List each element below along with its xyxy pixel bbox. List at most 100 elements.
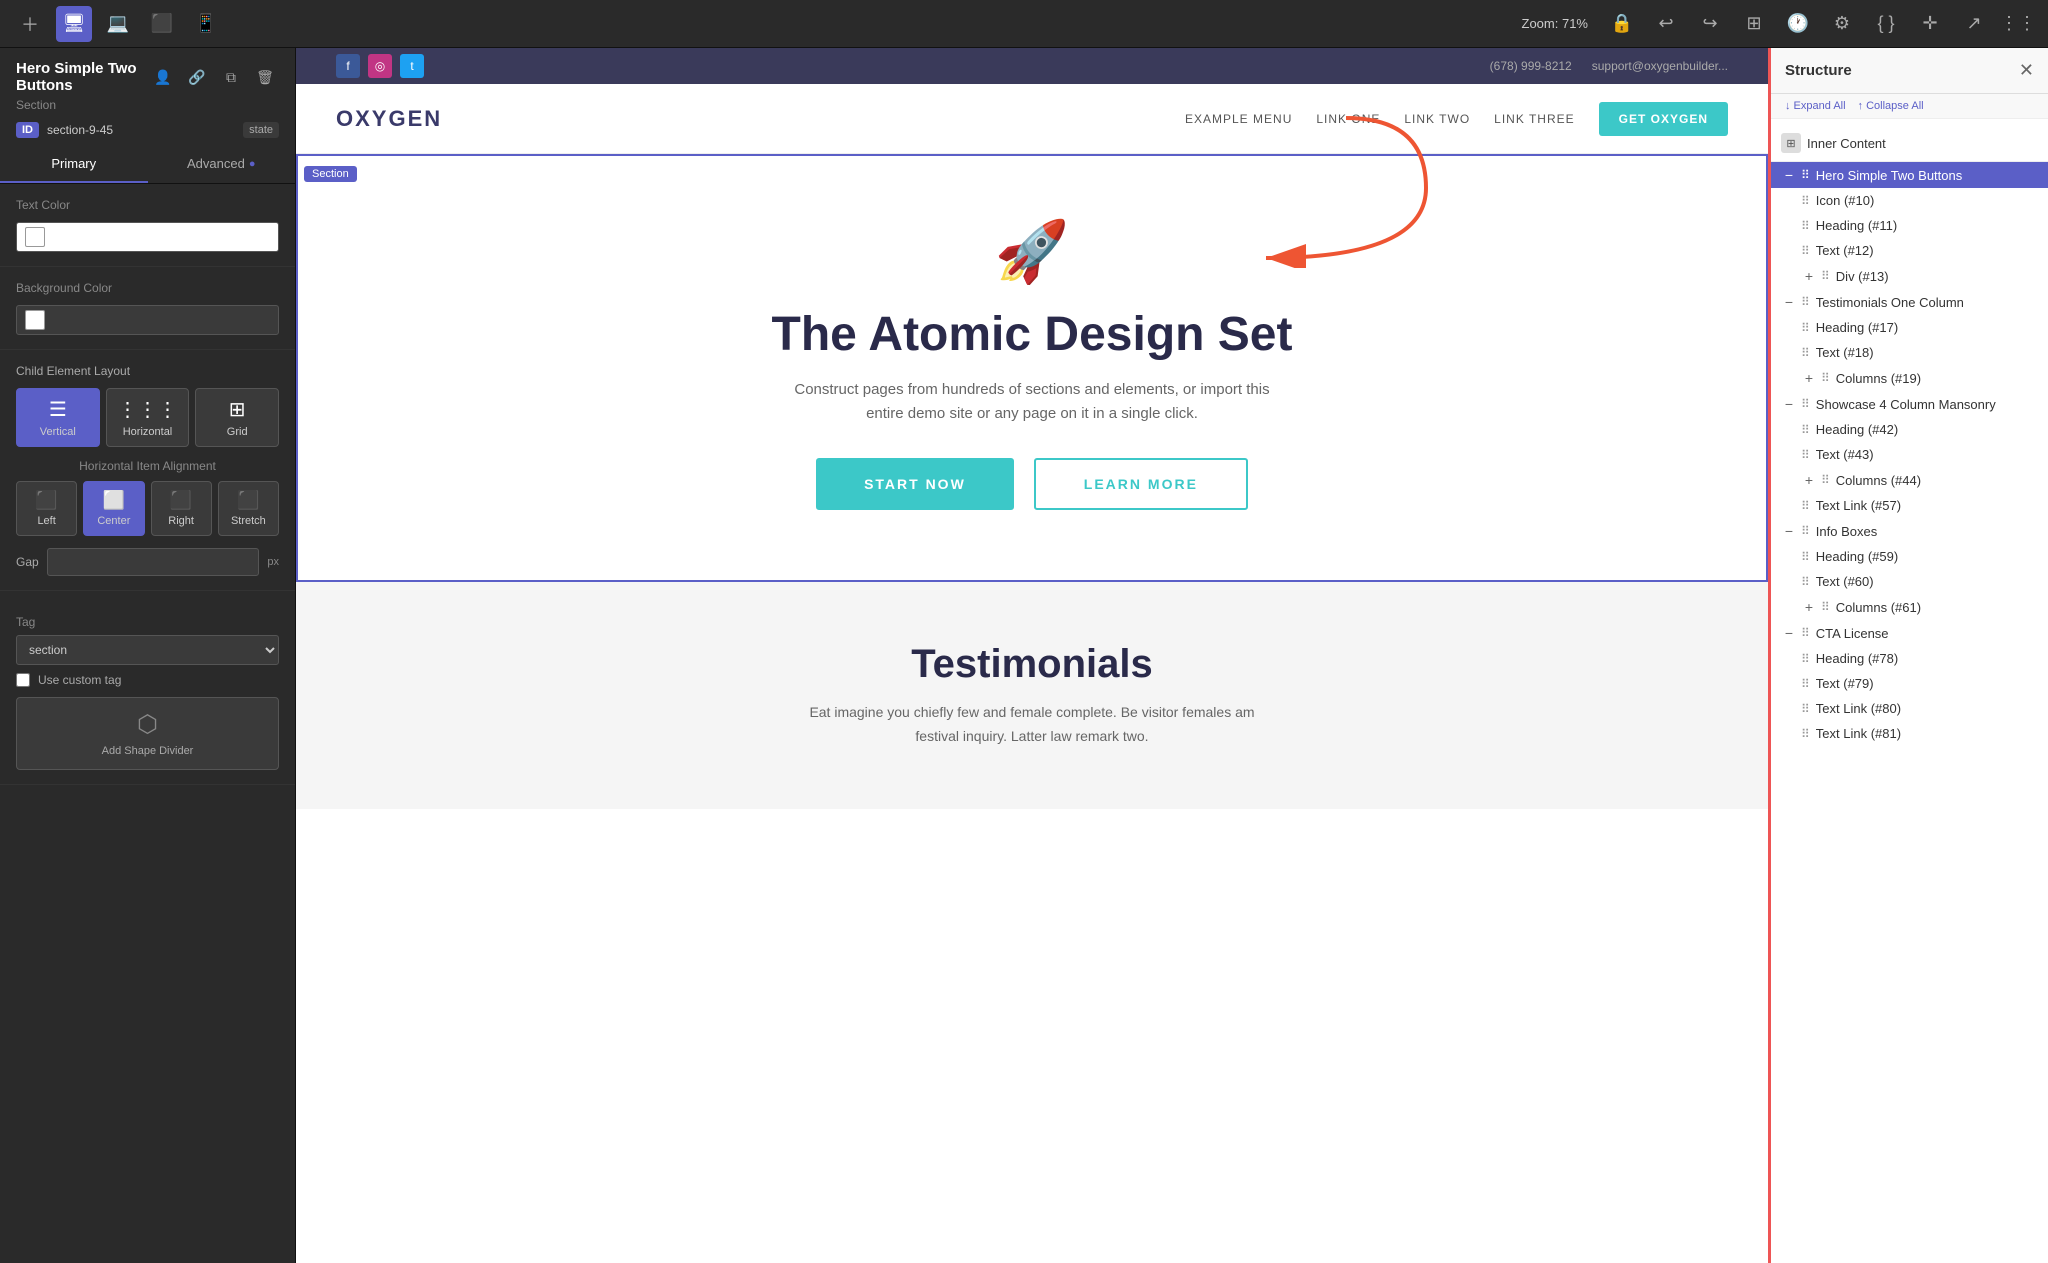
tree-item-infoboxes[interactable]: − ⠿ Info Boxes [1771,518,2048,544]
tree-item-columns61[interactable]: + ⠿ Columns (#61) [1771,594,2048,620]
align-right-icon: ⬛ [170,490,192,511]
text-color-swatch[interactable] [16,222,279,252]
layout-horizontal[interactable]: ⋮⋮⋮ Horizontal [106,388,190,447]
code-icon[interactable]: { } [1868,6,1904,42]
canvas-area[interactable]: Section f ◎ t [296,48,1768,1263]
tree-item-textlink57[interactable]: ⠿ Text Link (#57) [1771,493,2048,518]
tree-item-text43[interactable]: ⠿ Text (#43) [1771,442,2048,467]
structure-title: Structure [1785,62,1852,79]
expand-all-button[interactable]: ↓ Expand All [1785,100,1846,112]
twitter-icon[interactable]: t [400,54,424,78]
tree-item-heading17[interactable]: ⠿ Heading (#17) [1771,315,2048,340]
grid-icon[interactable]: ⋮⋮ [2000,6,2036,42]
gap-input[interactable] [47,548,260,576]
delete-icon[interactable]: 🗑 [251,63,279,91]
settings-icon[interactable]: ⚙ [1824,6,1860,42]
history-icon[interactable]: 🕐 [1780,6,1816,42]
tree-item-textlink81[interactable]: ⠿ Text Link (#81) [1771,721,2048,746]
layout-grid[interactable]: ⊞ Grid [195,388,279,447]
toggle-infoboxes[interactable]: − [1781,523,1797,539]
tree-item-heading59[interactable]: ⠿ Heading (#59) [1771,544,2048,569]
toggle-columns19[interactable]: + [1801,370,1817,386]
tree-item-text18[interactable]: ⠿ Text (#18) [1771,340,2048,365]
panel-header: Hero Simple Two Buttons 👤 🔗 ⧉ 🗑 Section … [0,48,295,146]
tree-item-text60[interactable]: ⠿ Text (#60) [1771,569,2048,594]
tree-item-showcase[interactable]: − ⠿ Showcase 4 Column Mansonry [1771,391,2048,417]
nav-example-menu[interactable]: EXAMPLE MENU [1185,112,1292,126]
custom-tag-label: Use custom tag [38,673,121,687]
nav-cta-button[interactable]: GET OXYGEN [1599,102,1728,136]
tree-label-heading59: Heading (#59) [1816,549,2038,564]
add-button[interactable]: ＋ [12,6,48,42]
desktop-view-button[interactable]: 🖥 [56,6,92,42]
tree-label-heading17: Heading (#17) [1816,320,2038,335]
tree-item-hero[interactable]: − ⠿ Hero Simple Two Buttons [1771,162,2048,188]
align-center[interactable]: ⬜ Center [83,481,144,536]
layout-vertical[interactable]: ☰ Vertical [16,388,100,447]
tree-item-heading42[interactable]: ⠿ Heading (#42) [1771,417,2048,442]
tag-label: Tag [16,615,279,629]
user-icon[interactable]: 👤 [149,63,177,91]
nav-link-three[interactable]: LINK THREE [1494,112,1574,126]
tree-item-heading11[interactable]: ⠿ Heading (#11) [1771,213,2048,238]
tag-select[interactable]: section [16,635,279,665]
align-left[interactable]: ⬛ Left [16,481,77,536]
tablet-view-button[interactable]: ⬛ [144,6,180,42]
nav-link-one[interactable]: LINK ONE [1316,112,1380,126]
tree-item-testimonials[interactable]: − ⠿ Testimonials One Column [1771,289,2048,315]
layout-icon[interactable]: ⊞ [1736,6,1772,42]
toggle-hero[interactable]: − [1781,167,1797,183]
toggle-testimonials[interactable]: − [1781,294,1797,310]
hero-buttons: START NOW LEARN MORE [338,458,1726,510]
structure-close-button[interactable]: ✕ [2019,60,2034,81]
shape-divider-button[interactable]: ⬡ Add Shape Divider [16,697,279,770]
link-icon[interactable]: 🔗 [183,63,211,91]
toggle-columns61[interactable]: + [1801,599,1817,615]
toggle-cta[interactable]: − [1781,625,1797,641]
hero-start-now-button[interactable]: START NOW [816,458,1014,510]
export-icon[interactable]: ↗ [1956,6,1992,42]
tree-item-text12[interactable]: ⠿ Text (#12) [1771,238,2048,263]
layout-label: Child Element Layout [16,364,279,378]
tree-item-textlink80[interactable]: ⠿ Text Link (#80) [1771,696,2048,721]
tree-item-heading78[interactable]: ⠿ Heading (#78) [1771,646,2048,671]
undo-button[interactable]: ↩ [1648,6,1684,42]
drag-columns44: ⠿ [1821,473,1830,487]
collapse-all-button[interactable]: ↑ Collapse All [1858,100,1924,112]
toggle-showcase[interactable]: − [1781,396,1797,412]
tree-label-text12: Text (#12) [1816,243,2038,258]
tree-item-icon10[interactable]: ⠿ Icon (#10) [1771,188,2048,213]
nav-link-two[interactable]: LINK TWO [1404,112,1470,126]
plus-grid-icon[interactable]: ✛ [1912,6,1948,42]
bg-color-swatch[interactable] [16,305,279,335]
tree-item-columns44[interactable]: + ⠿ Columns (#44) [1771,467,2048,493]
state-badge[interactable]: state [243,122,279,138]
redo-button[interactable]: ↪ [1692,6,1728,42]
layout-section: Child Element Layout ☰ Vertical ⋮⋮⋮ Hori… [0,350,295,591]
facebook-icon[interactable]: f [336,54,360,78]
align-right[interactable]: ⬛ Right [151,481,212,536]
horizontal-layout-icon: ⋮⋮⋮ [118,397,178,422]
hero-learn-more-button[interactable]: LEARN MORE [1034,458,1248,510]
tab-advanced[interactable]: Advanced ● [148,146,296,183]
lock-icon[interactable]: 🔒 [1604,6,1640,42]
custom-tag-checkbox[interactable] [16,673,30,687]
tree-item-div13[interactable]: + ⠿ Div (#13) [1771,263,2048,289]
toggle-columns44[interactable]: + [1801,472,1817,488]
drag-heading17: ⠿ [1801,321,1810,335]
gap-label: Gap [16,555,39,569]
section-badge: Section [304,166,357,182]
instagram-icon[interactable]: ◎ [368,54,392,78]
tree-item-columns19[interactable]: + ⠿ Columns (#19) [1771,365,2048,391]
mobile-view-button[interactable]: 📱 [188,6,224,42]
tree-label-columns19: Columns (#19) [1836,371,2038,386]
tab-primary[interactable]: Primary [0,146,148,183]
laptop-view-button[interactable]: 💻 [100,6,136,42]
layout-horizontal-label: Horizontal [123,426,173,438]
toggle-div13[interactable]: + [1801,268,1817,284]
duplicate-icon[interactable]: ⧉ [217,63,245,91]
align-stretch[interactable]: ⬛ Stretch [218,481,279,536]
tree-item-cta[interactable]: − ⠿ CTA License [1771,620,2048,646]
align-right-label: Right [168,515,194,527]
tree-item-text79[interactable]: ⠿ Text (#79) [1771,671,2048,696]
